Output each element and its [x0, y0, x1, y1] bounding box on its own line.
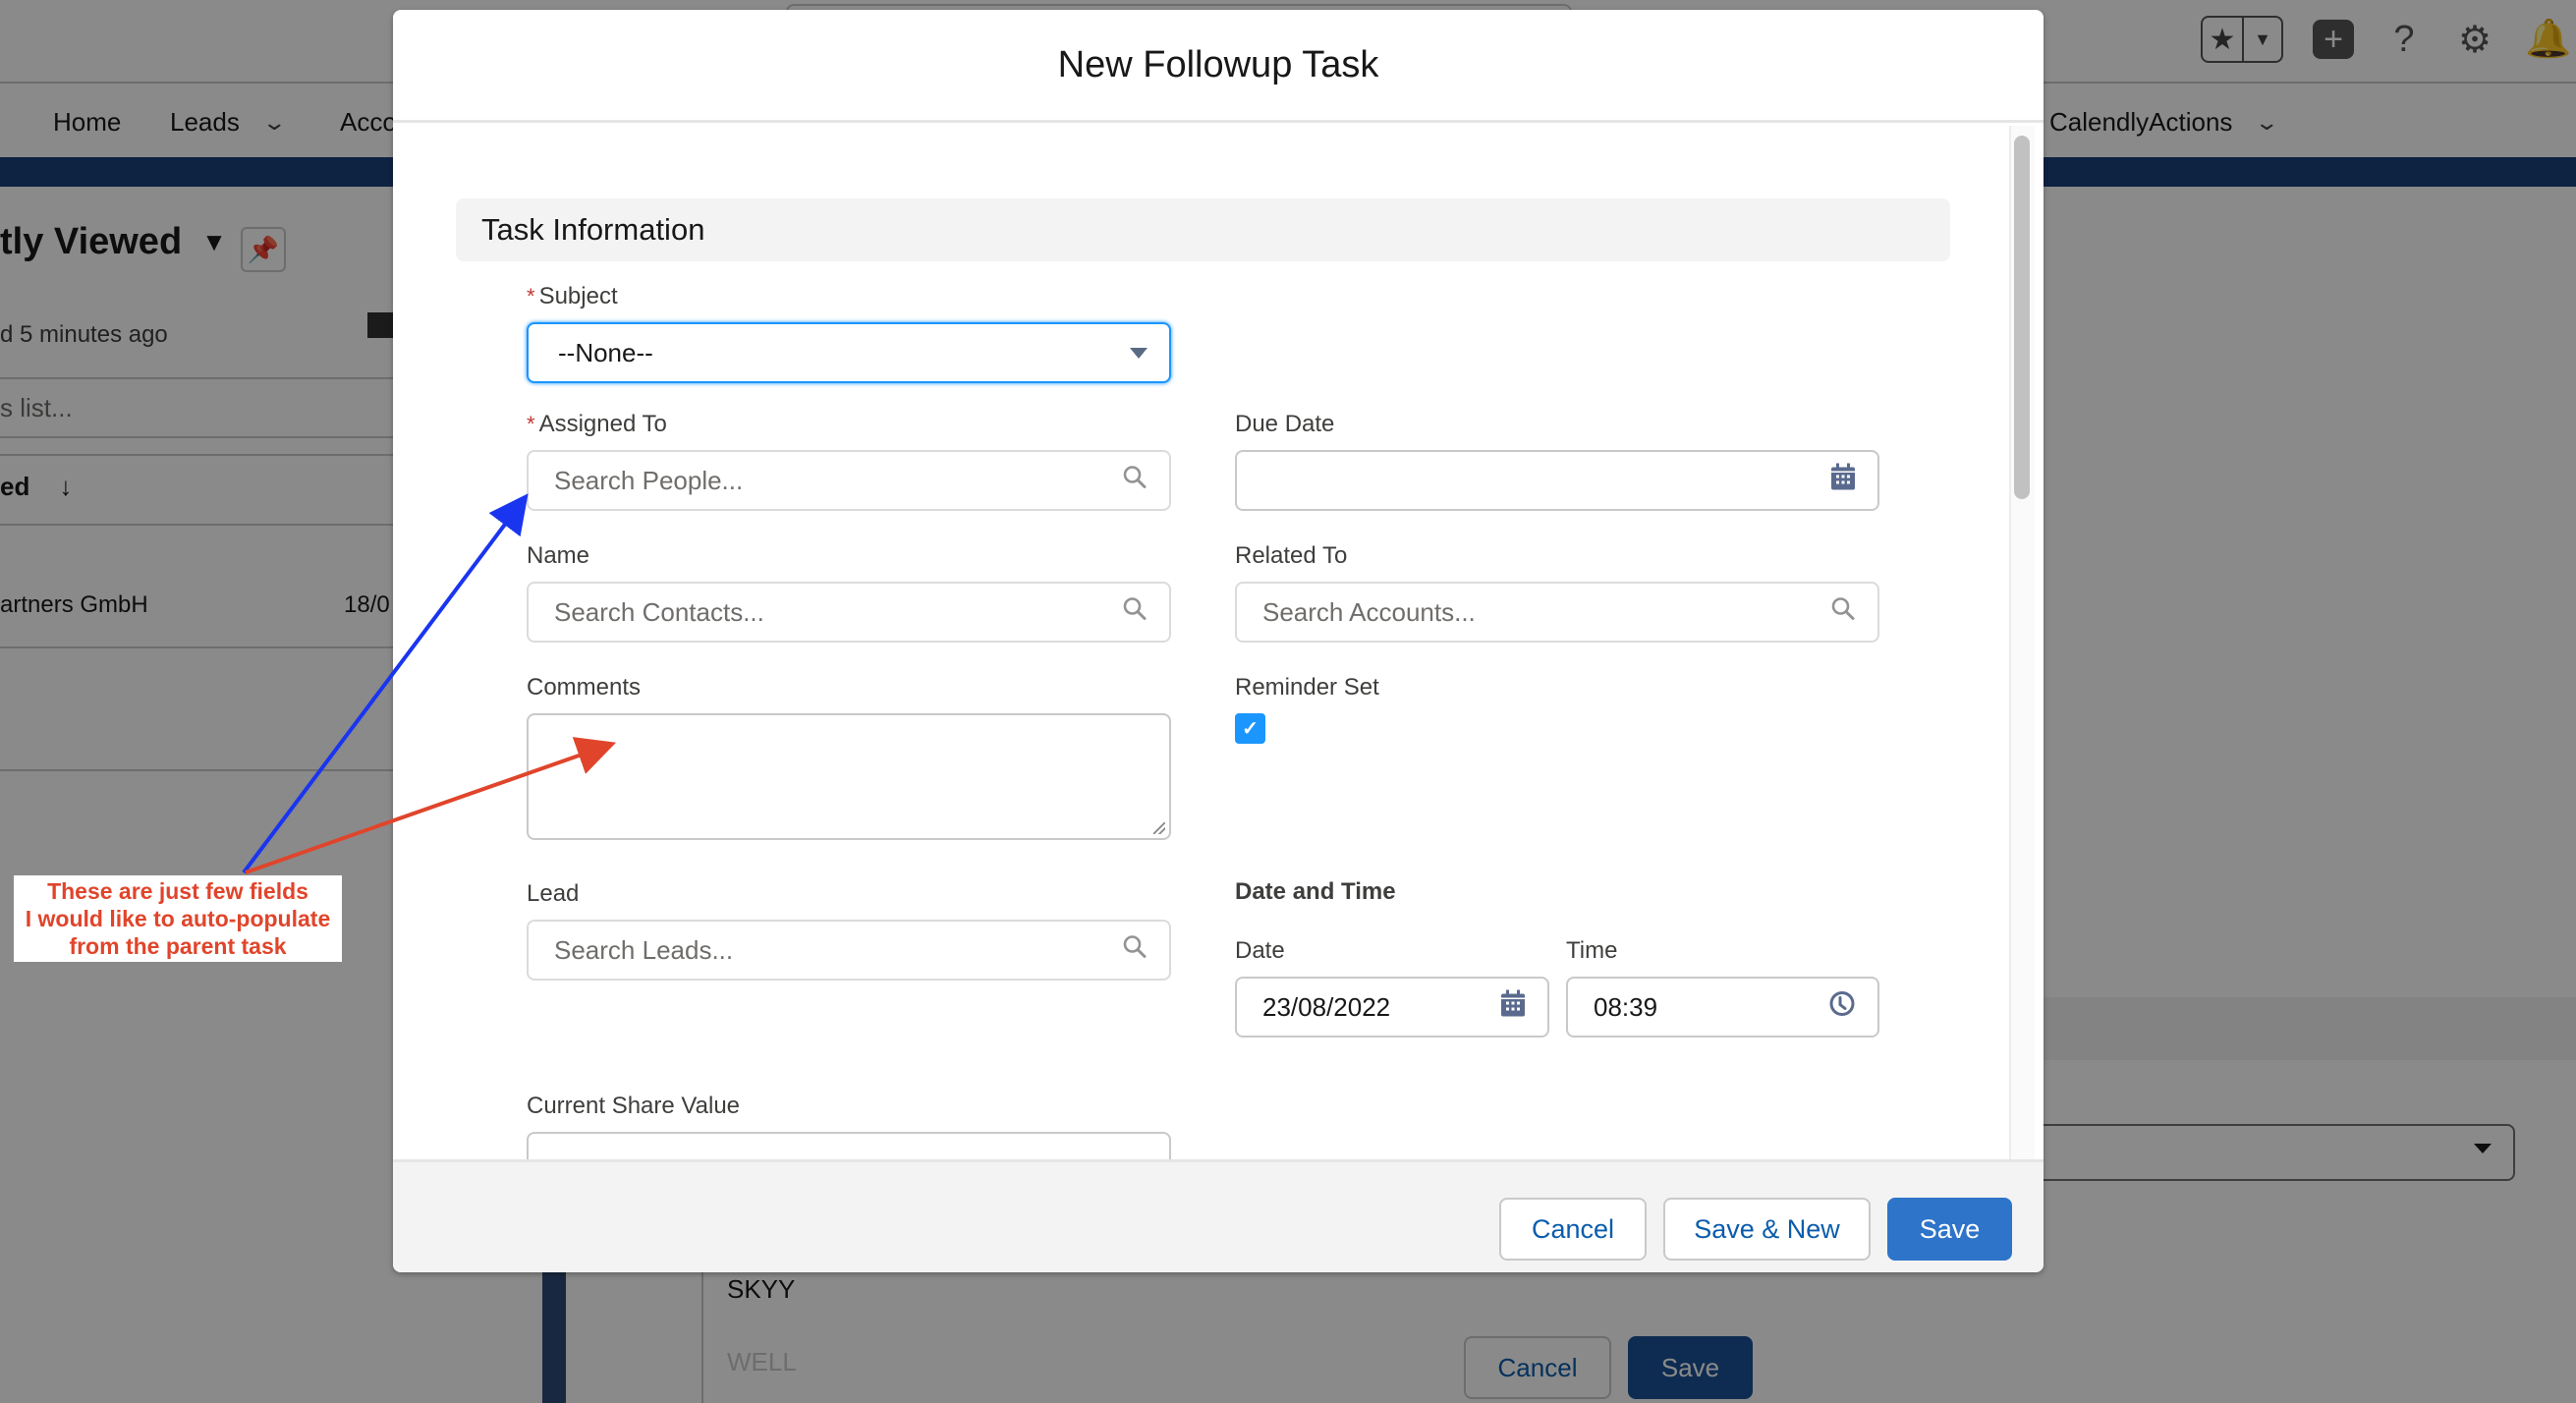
comments-textarea[interactable] [527, 713, 1171, 840]
label-text: Date [1235, 937, 1285, 964]
date-label: Date [1235, 937, 1285, 965]
input-placeholder: Search Accounts... [1262, 596, 1476, 627]
due-date-label: Due Date [1235, 411, 1334, 438]
annotation-callout: These are just few fields I would like t… [14, 875, 342, 962]
label-text: Assigned To [538, 411, 667, 437]
scrollbar-thumb[interactable] [2014, 136, 2030, 499]
related-to-input[interactable]: Search Accounts... [1235, 582, 1879, 643]
modal-body: Task Information * Subject --None-- * As… [393, 126, 2044, 1159]
checkmark-icon: ✓ [1242, 718, 1259, 740]
section-header-task-information[interactable]: Task Information [456, 198, 1950, 261]
label-text: Lead [527, 880, 580, 907]
name-label: Name [527, 542, 589, 570]
dropdown-triangle-icon [1130, 348, 1148, 359]
input-placeholder: Search Contacts... [554, 596, 764, 627]
callout-line: These are just few fields [47, 878, 308, 904]
name-contact-input[interactable]: Search Contacts... [527, 582, 1171, 643]
new-followup-task-modal: New Followup Task Task Information * Sub… [393, 10, 2044, 1272]
subject-select[interactable]: --None-- [527, 322, 1171, 383]
assigned-to-label: * Assigned To [527, 411, 667, 438]
label-text: Related To [1235, 542, 1348, 569]
current-share-value-input[interactable] [527, 1132, 1171, 1159]
search-icon [1122, 465, 1148, 497]
resize-handle-icon[interactable] [1153, 822, 1165, 834]
date-input[interactable]: 23/08/2022 [1235, 977, 1549, 1038]
label-text: Date and Time [1235, 878, 1396, 905]
section-title: Task Information [481, 212, 705, 247]
modal-title: New Followup Task [1057, 43, 1379, 85]
subject-selected-value: --None-- [558, 337, 653, 367]
calendar-icon[interactable] [1500, 989, 1526, 1025]
label-text: Due Date [1235, 411, 1335, 437]
lead-input[interactable]: Search Leads... [527, 920, 1171, 981]
assigned-to-input[interactable]: Search People... [527, 450, 1171, 511]
lead-label: Lead [527, 880, 579, 908]
callout-line: I would like to auto-populate [25, 906, 331, 931]
date-value: 23/08/2022 [1262, 991, 1391, 1022]
modal-footer: Cancel Save & New Save [393, 1159, 2044, 1272]
related-to-label: Related To [1235, 542, 1347, 570]
current-share-value-label: Current Share Value [527, 1093, 740, 1120]
label-text: Subject [538, 283, 618, 309]
time-input[interactable]: 08:39 [1566, 977, 1879, 1038]
search-icon [1830, 596, 1856, 629]
callout-line: from the parent task [69, 933, 287, 959]
cancel-button[interactable]: Cancel [1499, 1198, 1647, 1261]
modal-header: New Followup Task [393, 10, 2044, 123]
label-text: Current Share Value [527, 1093, 741, 1119]
due-date-input[interactable] [1235, 450, 1879, 511]
search-icon [1122, 596, 1148, 629]
label-text: Comments [527, 674, 642, 701]
clock-icon[interactable] [1828, 990, 1856, 1025]
save-and-new-button[interactable]: Save & New [1663, 1198, 1871, 1261]
label-text: Time [1566, 937, 1618, 964]
comments-label: Comments [527, 674, 641, 702]
required-marker: * [527, 412, 535, 436]
calendar-icon[interactable] [1830, 463, 1856, 498]
time-value: 08:39 [1594, 991, 1658, 1022]
label-text: Reminder Set [1235, 674, 1379, 701]
input-placeholder: Search Leads... [554, 934, 734, 965]
date-and-time-heading: Date and Time [1235, 878, 1396, 906]
required-marker: * [527, 284, 535, 309]
input-placeholder: Search People... [554, 465, 744, 495]
reminder-set-checkbox[interactable]: ✓ [1235, 713, 1265, 744]
reminder-set-label: Reminder Set [1235, 674, 1379, 702]
label-text: Name [527, 542, 590, 569]
save-button[interactable]: Save [1887, 1198, 2012, 1261]
search-icon [1122, 934, 1148, 967]
subject-label: * Subject [527, 283, 618, 310]
time-label: Time [1566, 937, 1617, 965]
